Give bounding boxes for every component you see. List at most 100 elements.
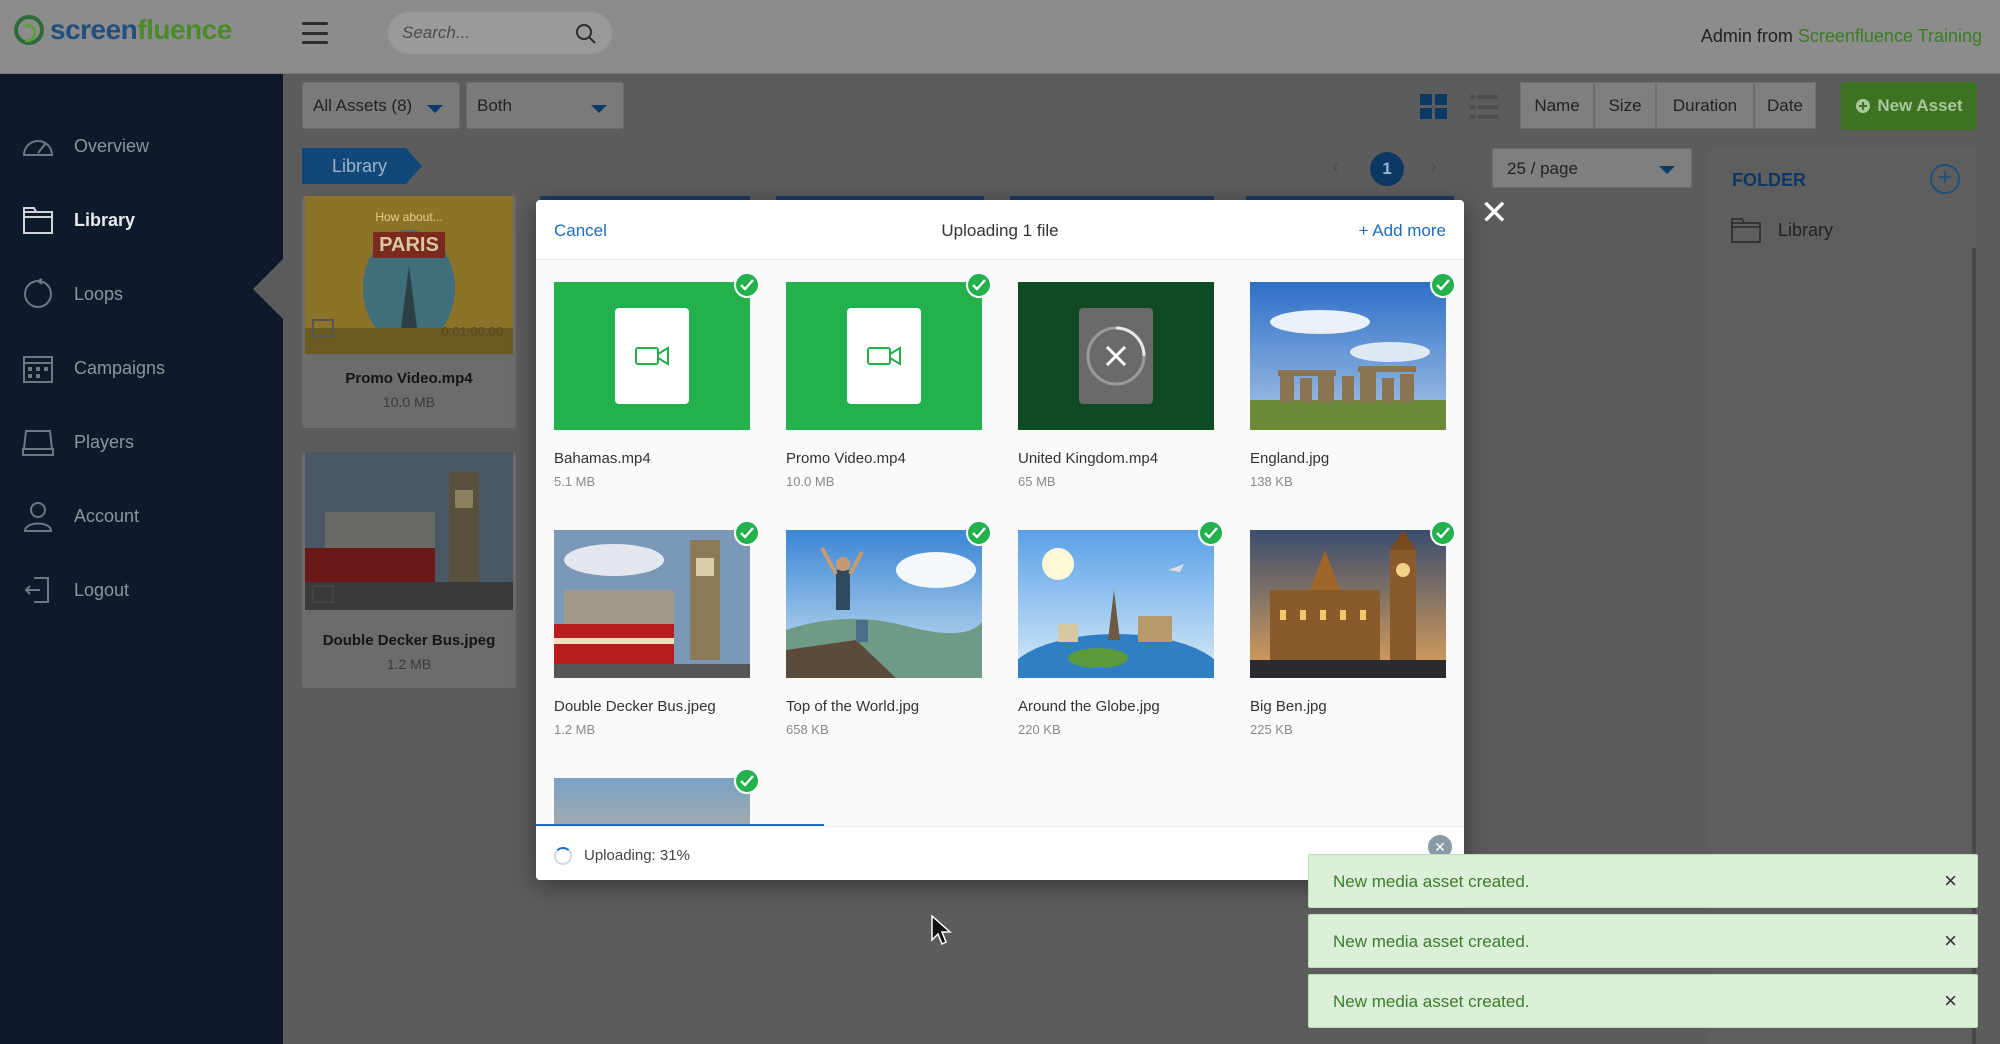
upload-complete-icon — [1430, 272, 1456, 298]
toast-message: New media asset created. — [1333, 992, 1530, 1011]
video-duration: 0:01:00.00 — [441, 324, 503, 339]
library-card-size: 1.2 MB — [386, 656, 432, 672]
active-indicator — [253, 259, 283, 319]
pager-next-button[interactable]: › — [1430, 156, 1437, 179]
user-from: from — [1756, 26, 1793, 46]
file-name: Bahamas.mp4 — [554, 450, 651, 467]
hamburger-menu-icon[interactable] — [302, 22, 328, 44]
list-view-icon[interactable] — [1470, 94, 1498, 120]
new-asset-button[interactable]: New Asset — [1841, 82, 1977, 130]
user-icon — [23, 502, 53, 532]
player-icon — [22, 430, 54, 456]
chevron-down-icon — [427, 105, 443, 113]
modal-title: Uploading 1 file — [941, 221, 1059, 240]
file-name: Double Decker Bus.jpeg — [554, 698, 716, 715]
sidebar-item-label: Account — [74, 505, 140, 526]
upload-status-text: Uploading: 31% — [584, 847, 690, 864]
plus-icon: + — [1358, 221, 1373, 240]
search-placeholder: Search... — [402, 23, 471, 42]
toast-message: New media asset created. — [1333, 932, 1530, 951]
logout-icon — [24, 577, 49, 603]
search-input[interactable]: Search... — [388, 12, 612, 54]
grid-view-icon[interactable] — [1420, 94, 1448, 120]
video-camera-icon — [867, 346, 901, 366]
file-name: United Kingdom.mp4 — [1018, 450, 1159, 467]
library-card-size: 10.0 MB — [382, 394, 436, 410]
upload-complete-icon — [734, 768, 760, 794]
file-thumbnail — [554, 282, 750, 430]
upload-complete-icon — [734, 272, 760, 298]
search-icon[interactable] — [574, 22, 598, 46]
folder-title: FOLDER — [1732, 170, 1806, 190]
close-icon[interactable]: × — [1944, 988, 1957, 1014]
close-icon[interactable]: × — [1944, 868, 1957, 894]
toast-message: New media asset created. — [1333, 872, 1530, 891]
pager-current-page[interactable]: 1 — [1370, 152, 1404, 186]
sidebar-item-players[interactable]: Players — [20, 422, 134, 462]
gauge-icon — [22, 140, 54, 156]
upload-modal: Cancel Uploading 1 file + Add more Baham… — [536, 200, 1464, 880]
screenfluence-logo[interactable]: screenfluence — [14, 14, 232, 46]
toast-notification: New media asset created. × — [1308, 974, 1978, 1028]
sort-duration-button[interactable]: Duration — [1656, 82, 1754, 129]
user-info: Admin from Screenfluence Training — [1701, 26, 1982, 47]
file-size: 658 KB — [786, 722, 829, 737]
add-more-button[interactable]: + Add more — [1359, 221, 1446, 241]
video-camera-icon — [635, 346, 669, 366]
library-card[interactable]: How about... PARIS 0:01:00.00 Promo Vide… — [302, 196, 516, 428]
sidebar-item-library[interactable]: Library — [20, 200, 135, 240]
file-thumbnail — [554, 530, 750, 678]
sidebar-item-overview[interactable]: Overview — [20, 126, 149, 166]
file-size: 138 KB — [1250, 474, 1293, 489]
library-card[interactable]: Double Decker Bus.jpeg 1.2 MB — [302, 452, 516, 688]
folder-icon — [23, 207, 53, 234]
user-organization[interactable]: Screenfluence Training — [1798, 26, 1982, 46]
sidebar-item-logout[interactable]: Logout — [20, 570, 129, 610]
upload-complete-icon — [1198, 520, 1224, 546]
breadcrumb-library[interactable]: Library — [302, 148, 422, 184]
chevron-down-icon — [591, 105, 607, 113]
file-thumbnail — [554, 778, 750, 826]
folder-item-library[interactable]: Library — [1730, 216, 1833, 244]
add-folder-button[interactable]: + — [1930, 164, 1960, 194]
logo-text-screen: screen — [50, 14, 138, 45]
file-name: England.jpg — [1250, 450, 1330, 467]
sort-date-button[interactable]: Date — [1754, 82, 1816, 129]
sidebar: Overview Library Loops Campaigns Players… — [0, 74, 283, 1044]
sidebar-item-account[interactable]: Account — [20, 496, 139, 536]
asset-filter-value: All Assets (8) — [313, 96, 413, 115]
upload-complete-icon — [966, 520, 992, 546]
sidebar-item-loops[interactable]: Loops — [20, 274, 123, 314]
file-thumbnail — [1018, 530, 1214, 678]
chevron-down-icon — [1659, 166, 1675, 174]
file-thumbnail — [786, 530, 982, 678]
sort-size-button[interactable]: Size — [1594, 82, 1656, 129]
modal-header: Cancel Uploading 1 file + Add more — [536, 200, 1464, 260]
sidebar-item-campaigns[interactable]: Campaigns — [20, 348, 165, 388]
close-modal-icon[interactable]: ✕ — [1480, 196, 1509, 230]
file-size: 5.1 MB — [554, 474, 596, 489]
toast-notification: New media asset created. × — [1308, 914, 1978, 968]
upload-complete-icon — [734, 520, 760, 546]
library-card-name: Promo Video.mp4 — [345, 370, 473, 387]
loop-icon — [24, 278, 52, 308]
close-icon[interactable]: × — [1944, 928, 1957, 954]
file-thumbnail — [1250, 282, 1446, 430]
type-filter-select[interactable]: Both — [466, 82, 624, 129]
sort-name-button[interactable]: Name — [1520, 82, 1594, 129]
upload-complete-icon — [1430, 520, 1456, 546]
per-page-select[interactable]: 25 / page — [1492, 148, 1692, 188]
file-size: 65 MB — [1018, 474, 1056, 489]
folder-icon — [1731, 218, 1761, 243]
promo-overlay-top: How about... — [375, 210, 443, 224]
plus-circle-icon — [1856, 99, 1871, 113]
sidebar-item-label: Logout — [74, 579, 130, 600]
pager-prev-button[interactable]: ‹ — [1332, 156, 1339, 179]
new-asset-label: New Asset — [1877, 96, 1963, 115]
asset-filter-select[interactable]: All Assets (8) — [302, 82, 460, 129]
logo-text-fluence: fluence — [137, 14, 232, 45]
cancel-upload-icon[interactable] — [1085, 325, 1147, 387]
top-header: screenfluence Search... Admin from Scree… — [0, 0, 2000, 74]
file-size: 225 KB — [1250, 722, 1293, 737]
sidebar-item-label: Loops — [74, 283, 124, 304]
